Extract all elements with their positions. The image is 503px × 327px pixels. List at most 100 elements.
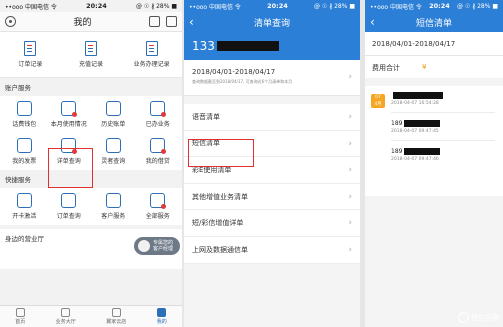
list-query-header: ••ooo 中国电信 令 20:24 @ ☉ ∦ 28% ■ ‹ 清单查询 13…: [184, 0, 360, 60]
all-services-icon: [150, 193, 167, 209]
voice-list-label: 语音清单: [192, 112, 220, 121]
fee-total-row: 费用合计 ¥: [365, 56, 503, 78]
record-time: 2018-04-07 09:47:45: [391, 129, 439, 134]
service-record-label: 业务办理记录: [133, 61, 170, 68]
invoice-icon: [16, 138, 32, 153]
records-row: 订单记录 充值记录 业务办理记录: [0, 32, 182, 78]
record-number: [391, 92, 495, 99]
order-record-icon: [24, 41, 37, 56]
manager-text: 专属您的 客户经理: [153, 240, 173, 252]
wallet-button[interactable]: 话费钱包: [2, 98, 47, 131]
sms-record-list: 07 4月 2018-04-07 16:54:28 189 2018-04-07…: [365, 86, 503, 196]
service-record-icon: [145, 41, 158, 56]
watermark-logo-icon: [458, 312, 469, 323]
record-divider: [391, 112, 495, 113]
carrier-text: ••ooo 中国电信 令: [189, 3, 241, 11]
record-divider: [391, 140, 495, 141]
customer-service-button[interactable]: 客户服务: [91, 190, 136, 223]
order-record-button[interactable]: 订单记录: [3, 41, 57, 68]
invoice-label: 我的发票: [12, 158, 37, 165]
tab-cloud-label: 翼家云店: [106, 319, 127, 325]
chevron-right-icon: ›: [348, 138, 352, 149]
date-range-text: 2018/04/01-2018/04/17: [365, 32, 503, 56]
highlight-detail-query: [48, 148, 93, 188]
other-vas-list-item[interactable]: 其他增值业务清单 ›: [184, 184, 360, 211]
list-query-panel: ••ooo 中国电信 令 20:24 @ ☉ ∦ 28% ■ ‹ 清单查询 13…: [184, 0, 360, 327]
query-icon: [105, 138, 121, 153]
status-bar: ••ooo 中国电信 令 20:24 @ ☉ ∦ 28% ■: [365, 0, 503, 12]
list-item[interactable]: 2018-04-07 16:54:28: [391, 92, 495, 113]
record-time: 2018-04-07 09:47:46: [391, 157, 439, 162]
quick-services-grid: 开卡激活 订单查询 客户服务 全部服务: [0, 188, 182, 225]
invoice-button[interactable]: 我的发票: [2, 135, 47, 168]
date-range-selector[interactable]: 2018/04/01-2018/04/17 查询数据截至到2018/04/17,…: [184, 60, 360, 96]
tab-business-hall[interactable]: 业务大厅: [56, 308, 76, 325]
data-list-item[interactable]: 上网及数据通信单 ›: [184, 237, 360, 264]
calendar-date-icon: 07 4月: [371, 94, 385, 108]
service-record-button[interactable]: 业务办理记录: [125, 41, 179, 68]
tab-bar: 首页 业务大厅 翼家云店 我的: [0, 305, 182, 327]
tab-mine[interactable]: 我的: [157, 308, 167, 325]
record-time: 2018-04-07 16:54:28: [391, 101, 439, 106]
battery-text: @ ☉ ∦ 28% ■: [456, 2, 498, 10]
list-item[interactable]: 189 2018-04-07 09:47:45: [391, 120, 495, 141]
tab-mine-label: 我的: [156, 319, 167, 325]
fee-value: ¥: [422, 63, 427, 71]
loan-button[interactable]: 我的借贷: [136, 135, 181, 168]
message-icon[interactable]: [165, 16, 177, 27]
nearby-hall-card[interactable]: 身边的营业厅 专属您的 客户经理: [0, 229, 182, 269]
history-bill-button[interactable]: 历史账单: [91, 98, 136, 131]
page-title: 我的: [73, 18, 92, 28]
chevron-right-icon: ›: [348, 165, 352, 176]
back-chevron-icon[interactable]: ‹: [189, 16, 194, 28]
back-chevron-icon[interactable]: ‹: [370, 16, 375, 28]
recharge-record-button[interactable]: 充值记录: [64, 41, 118, 68]
manager-line-2: 客户经理: [153, 246, 174, 252]
record-prefix: 189: [391, 120, 403, 127]
wallet-label: 话费钱包: [12, 121, 37, 128]
sms-vas-list-item[interactable]: 短/彩信增值详单 ›: [184, 210, 360, 237]
other-vas-label: 其他增值业务清单: [192, 192, 248, 201]
carrier-text: ••ooo 中国电信 令: [5, 3, 57, 11]
order-query-button[interactable]: 订单查询: [47, 190, 92, 223]
edit-icon[interactable]: [148, 16, 160, 27]
usage-icon: [61, 101, 78, 117]
page-title: 短信清单: [415, 18, 452, 29]
query-button[interactable]: 灵者查询: [91, 135, 136, 168]
recharge-record-icon: [84, 41, 97, 56]
clock-text: 20:24: [86, 2, 107, 10]
list-type-menu: 语音清单 › 短信清单 › 彩E使用清单 › 其他增值业务清单 › 短/彩信增值详单 › …: [184, 104, 360, 264]
settings-gear-icon[interactable]: [5, 16, 16, 27]
activate-card-button[interactable]: 开卡激活: [2, 190, 47, 223]
order-query-label: 订单查询: [56, 213, 81, 220]
calendar-month: 4月: [374, 102, 382, 107]
tab-home-label: 首页: [15, 319, 26, 325]
activate-card-icon: [16, 193, 32, 208]
redacted-number: [393, 92, 443, 99]
watermark-text: 悟空问答: [471, 313, 499, 322]
order-query-icon: [61, 193, 77, 208]
date-note-text: 查询数据截至到2018/04/17, 可查询近6个月清单和本月: [192, 79, 293, 84]
done-service-button[interactable]: 已办业务: [136, 98, 181, 131]
recharge-record-label: 充值记录: [78, 61, 103, 68]
all-services-button[interactable]: 全部服务: [136, 190, 181, 223]
tab-home[interactable]: 首页: [15, 308, 25, 325]
customer-service-label: 客户服务: [101, 213, 126, 220]
list-item[interactable]: 189 2018-04-07 09:47:46: [391, 148, 495, 162]
all-services-label: 全部服务: [145, 213, 170, 220]
chevron-right-icon: ›: [348, 244, 352, 255]
usage-button[interactable]: 本月使用情况: [47, 98, 92, 131]
redacted-number: [404, 148, 441, 155]
page-title: 清单查询: [253, 18, 290, 29]
sms-list-header: ••ooo 中国电信 令 20:24 @ ☉ ∦ 28% ■ ‹ 短信清单: [365, 0, 503, 32]
cloud-store-icon: [111, 308, 121, 317]
sms-vas-label: 短/彩信增值详单: [192, 219, 244, 228]
tab-business-label: 业务大厅: [55, 319, 76, 325]
account-manager-button[interactable]: 专属您的 客户经理: [134, 237, 180, 255]
voice-list-item[interactable]: 语音清单 ›: [184, 104, 360, 131]
tab-cloud-store[interactable]: 翼家云店: [106, 308, 126, 325]
order-record-label: 订单记录: [18, 61, 43, 68]
wallet-icon: [16, 101, 32, 116]
nav-bar: ‹ 清单查询: [184, 12, 360, 32]
phone-prefix: 133: [192, 39, 215, 53]
